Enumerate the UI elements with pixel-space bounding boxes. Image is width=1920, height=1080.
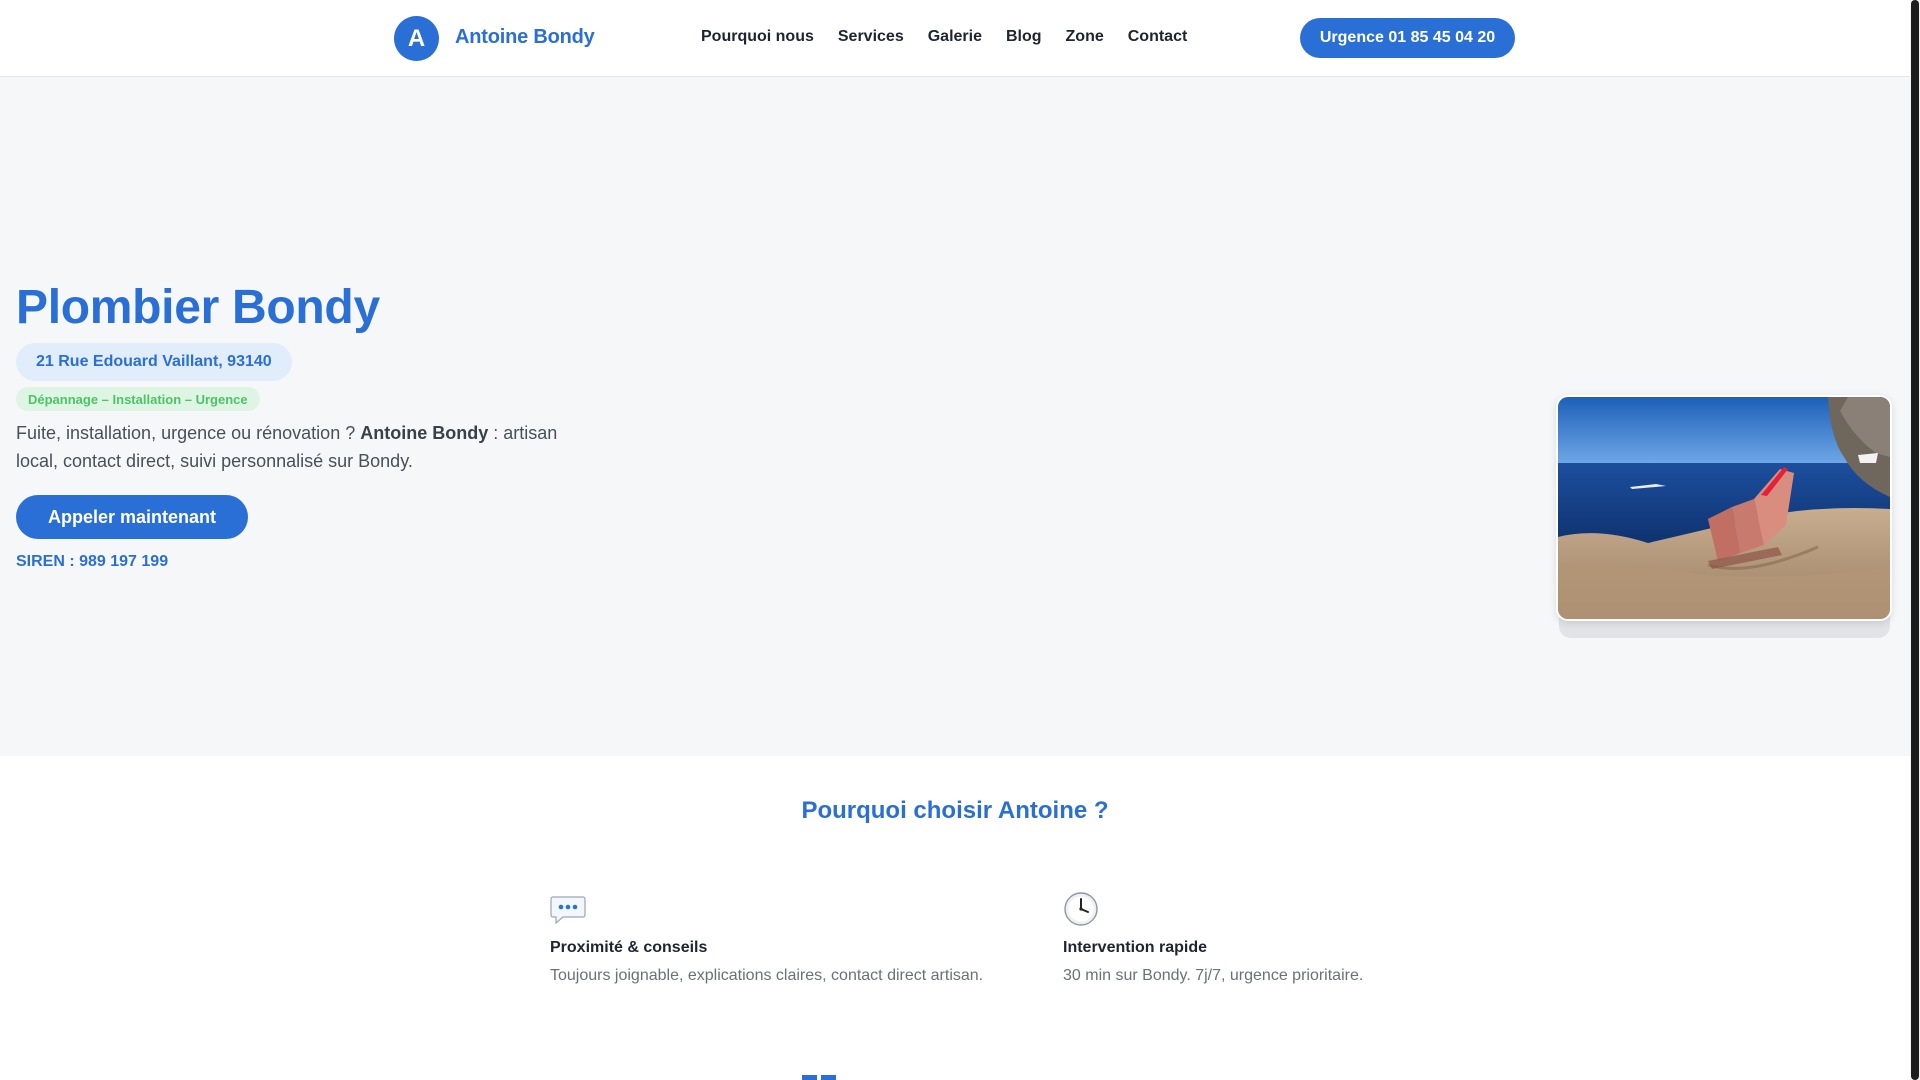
feature-intervention: Intervention rapide 30 min sur Bondy. 7j… [1063,891,1543,985]
address-badge: 21 Rue Edouard Vaillant, 93140 [16,343,292,381]
scrollbar-thumb[interactable] [1911,0,1919,1080]
services-tag: Dépannage – Installation – Urgence [16,387,260,411]
why-section-title: Pourquoi choisir Antoine ? [801,797,1109,824]
nav-blog[interactable]: Blog [1006,28,1042,46]
clock-icon [1064,892,1098,926]
feature-title: Proximité & conseils [550,939,708,956]
hero-section: Plombier Bondy 21 Rue Edouard Vaillant, … [0,77,1910,756]
site-header: A Antoine Bondy Pourquoi nous Services G… [0,0,1910,77]
nav-contact[interactable]: Contact [1128,28,1188,46]
feature-proximite: Proximité & conseils Toujours joignable,… [550,891,1030,985]
brand-name[interactable]: Antoine Bondy [455,26,595,49]
feature-text: Toujours joignable, explications claires… [550,967,984,984]
next-section-marker [802,1075,836,1080]
urgence-call-button[interactable]: Urgence 01 85 45 04 20 [1300,18,1515,58]
logo-icon[interactable]: A [394,16,439,61]
hero-description: Fuite, installation, urgence ou rénovati… [16,419,581,475]
nav-services[interactable]: Services [838,28,904,46]
hero-desc-intro: Fuite, installation, urgence ou rénovati… [16,423,361,443]
hero-desc-name: Antoine Bondy [360,423,489,443]
feature-title: Intervention rapide [1063,939,1208,956]
nav-galerie[interactable]: Galerie [928,28,982,46]
call-now-button[interactable]: Appeler maintenant [16,495,248,539]
page-title: Plombier Bondy [16,281,380,334]
main-nav: Pourquoi nous Services Galerie Blog Zone… [701,28,1187,46]
hero-photo [1556,395,1892,621]
nav-pourquoi-nous[interactable]: Pourquoi nous [701,28,814,46]
speech-bubble-icon [550,896,586,925]
nav-zone[interactable]: Zone [1066,28,1104,46]
siren-number: SIREN : 989 197 199 [16,553,169,570]
armchair-on-rocky-coast-photo [1558,397,1890,619]
page-scrollbar[interactable] [1910,0,1920,1080]
feature-text: 30 min sur Bondy. 7j/7, urgence priorita… [1063,967,1364,984]
